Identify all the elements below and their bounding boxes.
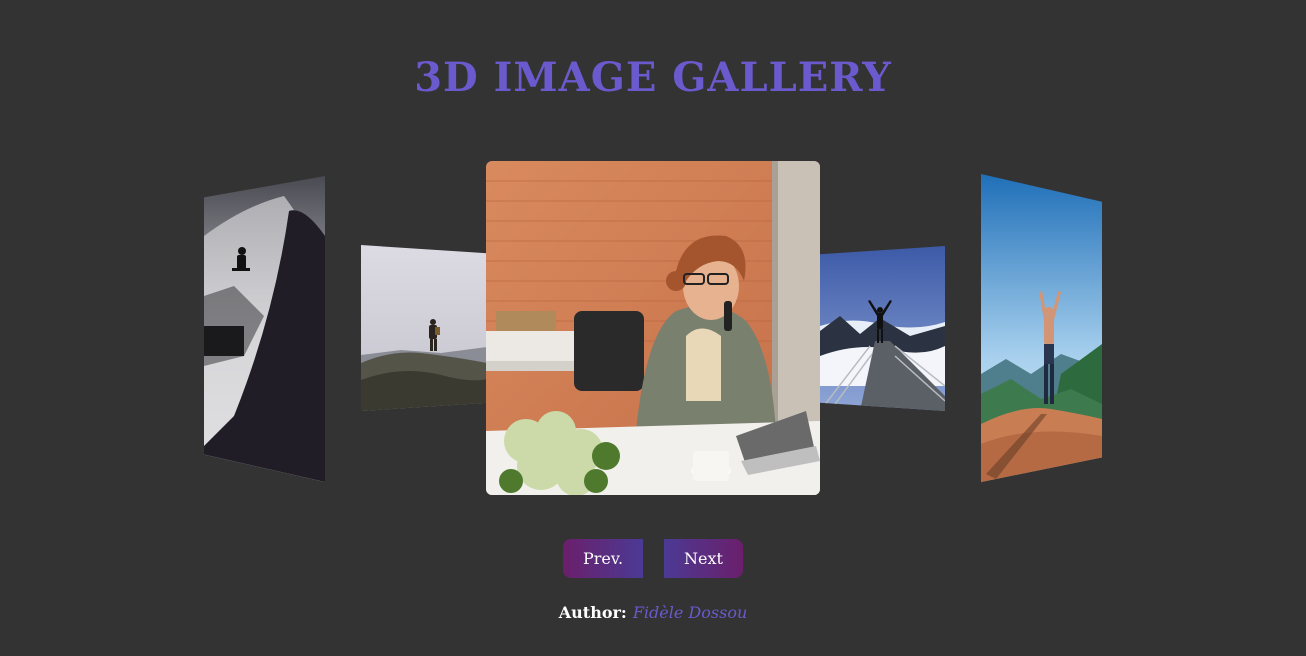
gallery-image-cliff-man[interactable]: [981, 174, 1102, 482]
gallery-image-office-woman[interactable]: [486, 161, 820, 495]
walkway-photo: [820, 246, 945, 411]
page-title: 3D IMAGE GALLERY: [414, 54, 892, 101]
gallery-page: 3D IMAGE GALLERY Prev. Next Author: Fidè…: [0, 0, 1306, 656]
gallery-image-hiker[interactable]: [361, 245, 487, 411]
author-name-link[interactable]: Fidèle Dossou: [633, 603, 747, 622]
skateboarder-photo: [204, 176, 325, 482]
cliff-man-photo: [981, 174, 1102, 482]
gallery-image-skateboarder[interactable]: [204, 176, 325, 482]
hiker-photo: [361, 245, 487, 411]
next-button[interactable]: Next: [664, 539, 743, 578]
author-credit: Author: Fidèle Dossou: [0, 603, 1306, 623]
prev-button[interactable]: Prev.: [563, 539, 643, 578]
gallery-image-walkway[interactable]: [820, 246, 945, 411]
author-label: Author:: [558, 603, 627, 622]
office-woman-photo: [486, 161, 820, 495]
